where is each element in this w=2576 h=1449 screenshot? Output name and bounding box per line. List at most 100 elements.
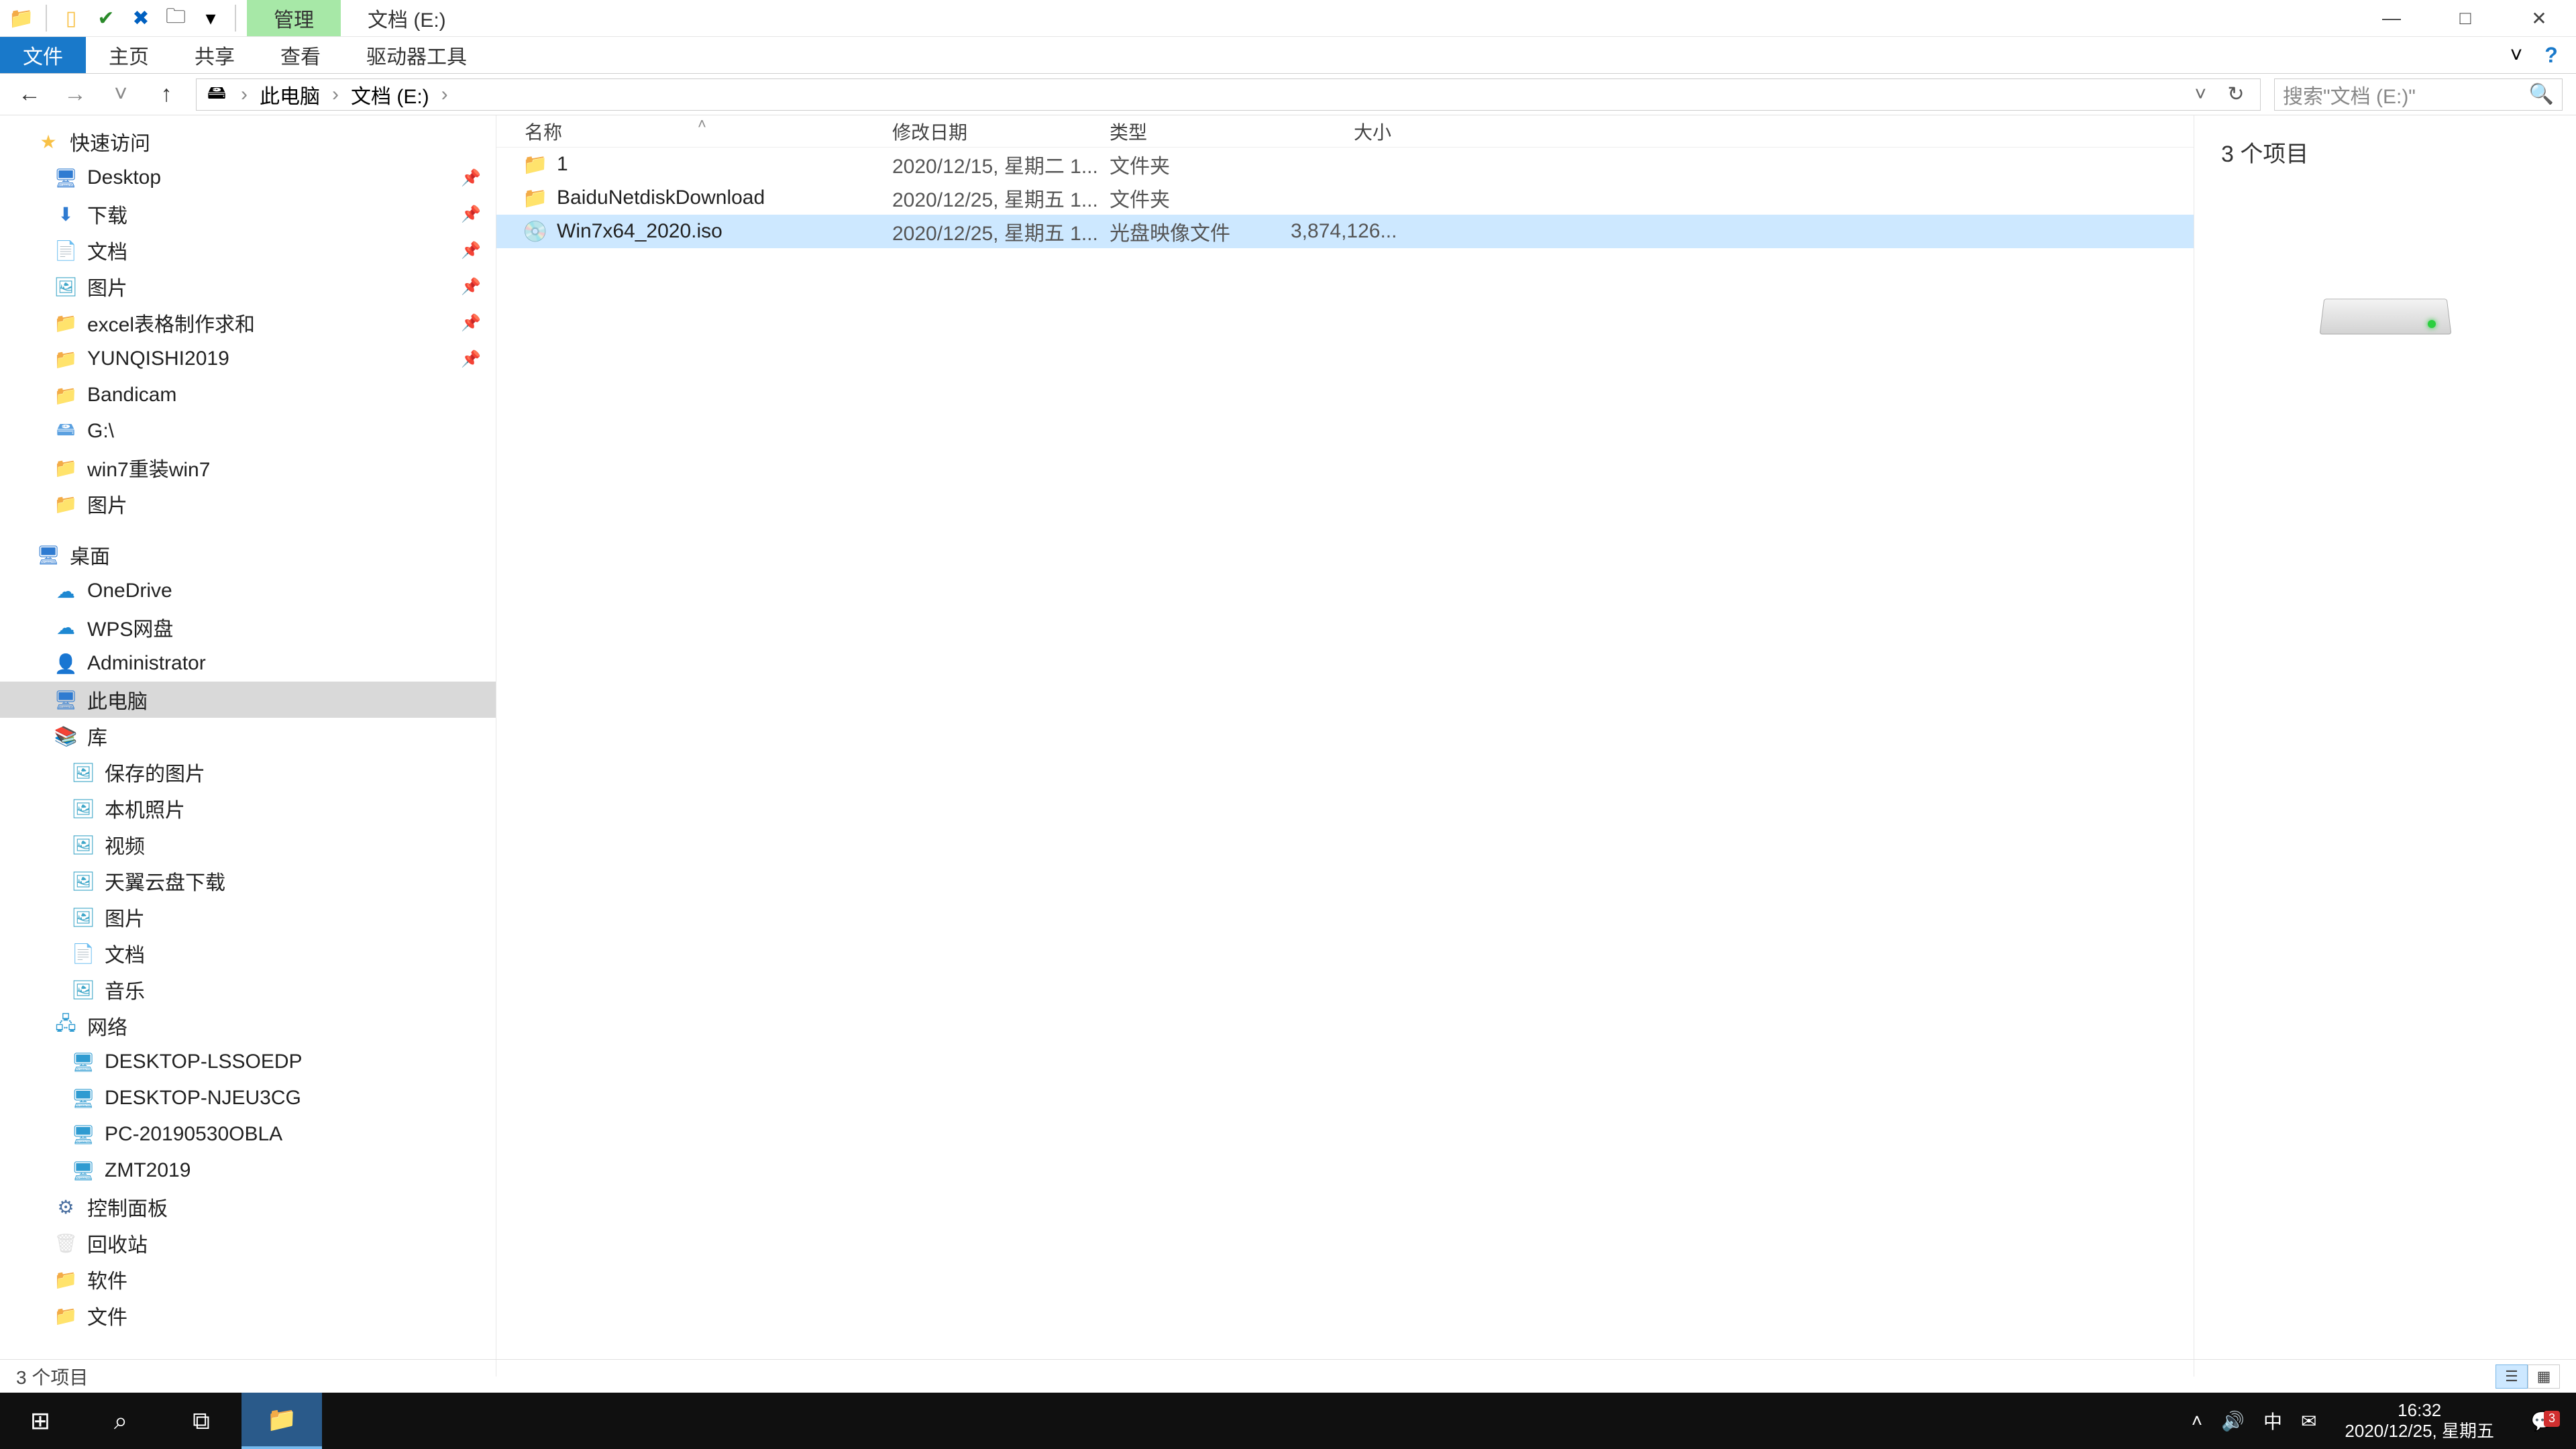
address-dropdown-icon[interactable]: ˅: [2189, 83, 2212, 106]
qat-dropdown-icon[interactable]: ▾: [196, 3, 225, 33]
tree-desktop[interactable]: 🖥 桌面: [0, 537, 496, 573]
system-tray: ˄ 🔊 中 ✉ 16:32 2020/12/25, 星期五 💬 3: [2178, 1393, 2576, 1449]
search-button[interactable]: ⌕: [80, 1393, 161, 1449]
folder-icon: 📁: [54, 455, 78, 480]
file-name: 1: [557, 153, 568, 176]
folder-icon: 📁: [54, 1303, 78, 1328]
ribbon-tab-drivetools[interactable]: 驱动器工具: [343, 37, 490, 73]
tray-chevron-icon[interactable]: ˄: [2192, 1410, 2202, 1432]
app-icon[interactable]: 📁: [7, 3, 36, 33]
tree-item[interactable]: 📁图片: [0, 486, 496, 522]
tree-item[interactable]: 🖼图片📌: [0, 268, 496, 305]
action-center-button[interactable]: 💬 3: [2522, 1410, 2563, 1432]
tree-item[interactable]: ☁OneDrive: [0, 573, 496, 609]
search-box[interactable]: 搜索"文档 (E:)" 🔍: [2274, 78, 2563, 111]
qat-newfolder-icon[interactable]: 🗀: [161, 3, 191, 33]
qat-check-icon[interactable]: ✔: [91, 3, 121, 33]
tree-item[interactable]: 🖼图片: [0, 899, 496, 935]
tree-item[interactable]: 👤Administrator: [0, 645, 496, 682]
drive-illustration: [2322, 269, 2449, 336]
pin-icon: 📌: [461, 168, 481, 188]
ribbon-tab-view[interactable]: 查看: [258, 37, 343, 73]
file-date: 2020/12/15, 星期二 1...: [892, 150, 1110, 179]
tree-item[interactable]: 🖼视频: [0, 826, 496, 863]
tree-item[interactable]: 🖼保存的图片: [0, 754, 496, 790]
search-icon[interactable]: 🔍: [2529, 83, 2554, 106]
ribbon-tab-share[interactable]: 共享: [172, 37, 258, 73]
tree-recycle[interactable]: 🗑 回收站: [0, 1225, 496, 1261]
tree-software[interactable]: 📁 软件: [0, 1261, 496, 1297]
breadcrumb-sep: ›: [332, 83, 339, 106]
refresh-icon[interactable]: ↻: [2220, 83, 2252, 106]
tray-app-icon[interactable]: ✉: [2301, 1410, 2316, 1432]
ime-indicator[interactable]: 中: [2263, 1407, 2282, 1434]
navigation-tree[interactable]: ★ 快速访问 🖥Desktop📌⬇下载📌📄文档📌🖼图片📌📁excel表格制作求和…: [0, 115, 496, 1377]
tree-item[interactable]: 📄文档📌: [0, 232, 496, 268]
tree-item[interactable]: 🖥ZMT2019: [0, 1152, 496, 1189]
folder-icon: 📁: [54, 1267, 78, 1291]
thumbnails-view-button[interactable]: ▦: [2528, 1364, 2560, 1389]
close-button[interactable]: ✕: [2502, 0, 2576, 36]
tree-item[interactable]: 🖼本机照片: [0, 790, 496, 826]
back-button[interactable]: ←: [13, 78, 46, 111]
ribbon-expand-icon[interactable]: ˅: [2505, 44, 2528, 66]
clock[interactable]: 16:32 2020/12/25, 星期五: [2335, 1400, 2504, 1442]
breadcrumb-item[interactable]: 文档 (E:): [351, 80, 429, 109]
qat-x-icon[interactable]: ✖: [126, 3, 156, 33]
forward-button[interactable]: →: [59, 78, 91, 111]
tree-item[interactable]: 📁Bandicam: [0, 377, 496, 413]
column-size[interactable]: 大小: [1291, 118, 1405, 145]
tree-quick-access[interactable]: ★ 快速访问: [0, 123, 496, 160]
volume-icon[interactable]: 🔊: [2221, 1410, 2245, 1432]
tree-item[interactable]: 📄文档: [0, 935, 496, 971]
file-row[interactable]: 📁12020/12/15, 星期二 1...文件夹: [496, 148, 2194, 181]
tree-control-panel[interactable]: ⚙ 控制面板: [0, 1189, 496, 1225]
details-view-button[interactable]: ☰: [2496, 1364, 2528, 1389]
tree-item[interactable]: 🖥PC-20190530OBLA: [0, 1116, 496, 1152]
file-row[interactable]: 📁BaiduNetdiskDownload2020/12/25, 星期五 1..…: [496, 181, 2194, 215]
taskbar-explorer[interactable]: 📁: [241, 1393, 322, 1449]
tree-wenjian[interactable]: 📁 文件: [0, 1297, 496, 1334]
ribbon-tab-home[interactable]: 主页: [86, 37, 172, 73]
status-bar: 3 个项目 ☰ ▦: [0, 1359, 2576, 1393]
column-name[interactable]: 名称: [496, 118, 892, 145]
help-icon[interactable]: ?: [2540, 44, 2563, 66]
drive-icon: 🖴: [205, 83, 229, 107]
column-date[interactable]: 修改日期: [892, 118, 1110, 145]
tree-item[interactable]: 🖥Desktop📌: [0, 160, 496, 196]
start-button[interactable]: ⊞: [0, 1393, 80, 1449]
file-rows[interactable]: 📁12020/12/15, 星期二 1...文件夹📁BaiduNetdiskDo…: [496, 148, 2194, 1377]
tree-item[interactable]: ☁WPS网盘: [0, 609, 496, 645]
minimize-button[interactable]: —: [2355, 0, 2428, 36]
tree-item[interactable]: 🖴G:\: [0, 413, 496, 449]
ribbon: 文件 主页 共享 查看 驱动器工具 ˅ ?: [0, 37, 2576, 74]
up-button[interactable]: ↑: [150, 78, 182, 111]
ribbon-tab-file[interactable]: 文件: [0, 37, 86, 73]
breadcrumb-item[interactable]: 此电脑: [260, 80, 320, 109]
tree-label: 网络: [87, 1011, 127, 1040]
contextual-tab[interactable]: 管理: [247, 0, 341, 36]
tree-label: Administrator: [87, 652, 206, 675]
task-view-button[interactable]: ⧉: [161, 1393, 241, 1449]
tree-item[interactable]: 📁YUNQISHI2019📌: [0, 341, 496, 377]
tree-item[interactable]: 🖼天翼云盘下载: [0, 863, 496, 899]
titlebar: 📁 ▯ ✔ ✖ 🗀 ▾ 管理 文档 (E:) — □ ✕: [0, 0, 2576, 37]
tree-item[interactable]: 🖼音乐: [0, 971, 496, 1008]
tree-item[interactable]: 📁win7重装win7: [0, 449, 496, 486]
tree-label: 文档: [105, 938, 145, 968]
tree-item[interactable]: 🖥DESKTOP-NJEU3CG: [0, 1080, 496, 1116]
tree-item[interactable]: 🖥DESKTOP-LSSOEDP: [0, 1044, 496, 1080]
tree-network[interactable]: 🖧 网络: [0, 1008, 496, 1044]
tree-label: 图片: [87, 489, 127, 519]
file-row[interactable]: 💿Win7x64_2020.iso2020/12/25, 星期五 1...光盘映…: [496, 215, 2194, 248]
column-type[interactable]: 类型: [1110, 118, 1291, 145]
qat-properties-icon[interactable]: ▯: [56, 3, 86, 33]
recent-dropdown[interactable]: ˅: [105, 78, 137, 111]
address-bar[interactable]: 🖴 › 此电脑 › 文档 (E:) › ˅ ↻: [196, 78, 2261, 111]
disc-icon: 💿: [525, 221, 546, 242]
maximize-button[interactable]: □: [2428, 0, 2502, 36]
tree-item[interactable]: 📚库: [0, 718, 496, 754]
tree-item[interactable]: 📁excel表格制作求和📌: [0, 305, 496, 341]
tree-item[interactable]: 🖥此电脑: [0, 682, 496, 718]
tree-item[interactable]: ⬇下载📌: [0, 196, 496, 232]
